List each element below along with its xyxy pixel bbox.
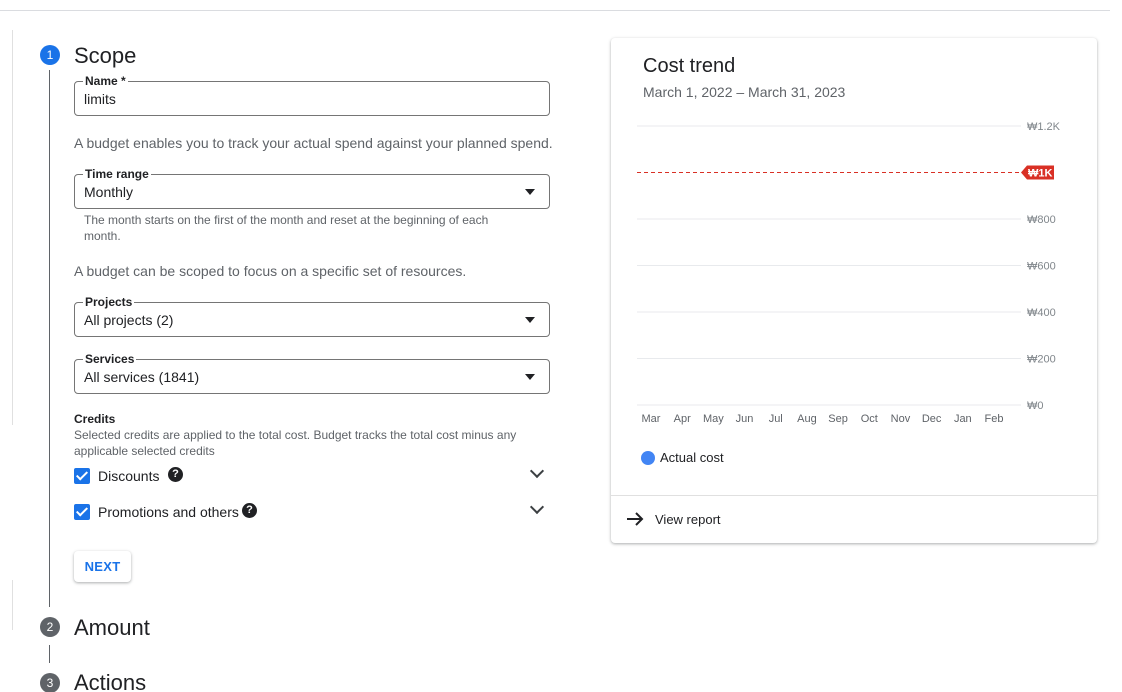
step-title-actions: Actions bbox=[74, 670, 147, 692]
left-panel-edge bbox=[12, 580, 13, 630]
services-value: All services (1841) bbox=[84, 369, 200, 385]
projects-label: Projects bbox=[83, 295, 135, 309]
card-divider bbox=[611, 495, 1097, 496]
y-tick-label: ₩1.2K bbox=[1027, 121, 1061, 133]
scope-info-text: A budget can be scoped to focus on a spe… bbox=[74, 263, 467, 279]
dropdown-caret-icon bbox=[525, 189, 535, 195]
y-tick-label: ₩200 bbox=[1027, 354, 1056, 366]
projects-select[interactable]: Projects All projects (2) bbox=[74, 295, 550, 337]
projects-value: All projects (2) bbox=[84, 312, 174, 328]
x-tick-label: Oct bbox=[861, 413, 878, 425]
x-tick-label: Dec bbox=[922, 413, 942, 425]
promotions-checkbox[interactable] bbox=[74, 504, 90, 520]
cost-trend-chart: ₩0 ₩200 ₩400 ₩600 ₩800 ₩1.2K ₩1K Mar Apr May Jun Ju… bbox=[637, 121, 1061, 425]
time-range-value: Monthly bbox=[84, 184, 134, 200]
step-connector bbox=[49, 70, 50, 607]
legend-label: Actual cost bbox=[660, 450, 724, 465]
x-tick-label: Sep bbox=[828, 413, 848, 425]
time-range-select[interactable]: Time range Monthly bbox=[74, 167, 550, 209]
services-label: Services bbox=[83, 352, 137, 366]
budget-info-text: A budget enables you to track your actua… bbox=[74, 135, 553, 151]
y-tick-label: ₩600 bbox=[1027, 261, 1056, 273]
y-tick-label: ₩400 bbox=[1027, 307, 1056, 319]
x-tick-label: Jun bbox=[736, 413, 754, 425]
x-tick-label: May bbox=[703, 413, 724, 425]
credits-desc-line2: applicable selected credits bbox=[74, 444, 215, 458]
promotions-label: Promotions and others bbox=[98, 504, 239, 520]
step-number-2: 2 bbox=[40, 617, 60, 637]
x-tick-label: Nov bbox=[891, 413, 911, 425]
chevron-down-icon[interactable] bbox=[529, 499, 545, 515]
dropdown-caret-icon bbox=[525, 374, 535, 380]
services-select[interactable]: Services All services (1841) bbox=[74, 352, 550, 394]
dropdown-caret-icon bbox=[525, 317, 535, 323]
name-field[interactable]: Name * limits bbox=[74, 74, 550, 116]
name-field-value[interactable]: limits bbox=[84, 91, 116, 107]
next-button[interactable]: NEXT bbox=[74, 551, 131, 582]
discounts-label: Discounts bbox=[98, 468, 160, 484]
step-title-scope: Scope bbox=[74, 43, 137, 68]
x-tick-label: Feb bbox=[985, 413, 1004, 425]
step-title-amount: Amount bbox=[74, 615, 150, 640]
help-icon[interactable]: ? bbox=[242, 503, 257, 518]
x-tick-label: Aug bbox=[797, 413, 817, 425]
x-tick-label: Jan bbox=[954, 413, 972, 425]
step-connector bbox=[49, 645, 50, 663]
x-tick-label: Mar bbox=[642, 413, 661, 425]
name-field-label: Name * bbox=[83, 74, 128, 88]
view-report-link[interactable]: View report bbox=[655, 512, 721, 527]
x-tick-label: Jul bbox=[769, 413, 783, 425]
left-panel-edge bbox=[12, 30, 13, 425]
budget-tag-label: ₩1K bbox=[1028, 168, 1053, 180]
legend-dot-actual-cost bbox=[641, 451, 655, 465]
step-number-3: 3 bbox=[40, 673, 60, 692]
discounts-checkbox[interactable] bbox=[74, 468, 90, 484]
y-tick-label: ₩800 bbox=[1027, 214, 1056, 226]
help-icon[interactable]: ? bbox=[168, 467, 183, 482]
cost-trend-card: Cost trend March 1, 2022 – March 31, 202… bbox=[611, 38, 1097, 543]
time-range-label: Time range bbox=[83, 167, 151, 181]
chevron-down-icon[interactable] bbox=[529, 463, 545, 479]
step-number-1: 1 bbox=[40, 45, 60, 65]
top-divider bbox=[0, 10, 1110, 11]
x-tick-label: Apr bbox=[674, 413, 691, 425]
credits-desc-line1: Selected credits are applied to the tota… bbox=[74, 428, 517, 442]
credits-title: Credits bbox=[74, 412, 116, 426]
arrow-right-icon[interactable] bbox=[625, 509, 645, 529]
time-range-hint-line2: month. bbox=[84, 229, 121, 243]
y-tick-label: ₩0 bbox=[1027, 400, 1044, 412]
time-range-hint-line1: The month starts on the first of the mon… bbox=[84, 213, 489, 227]
